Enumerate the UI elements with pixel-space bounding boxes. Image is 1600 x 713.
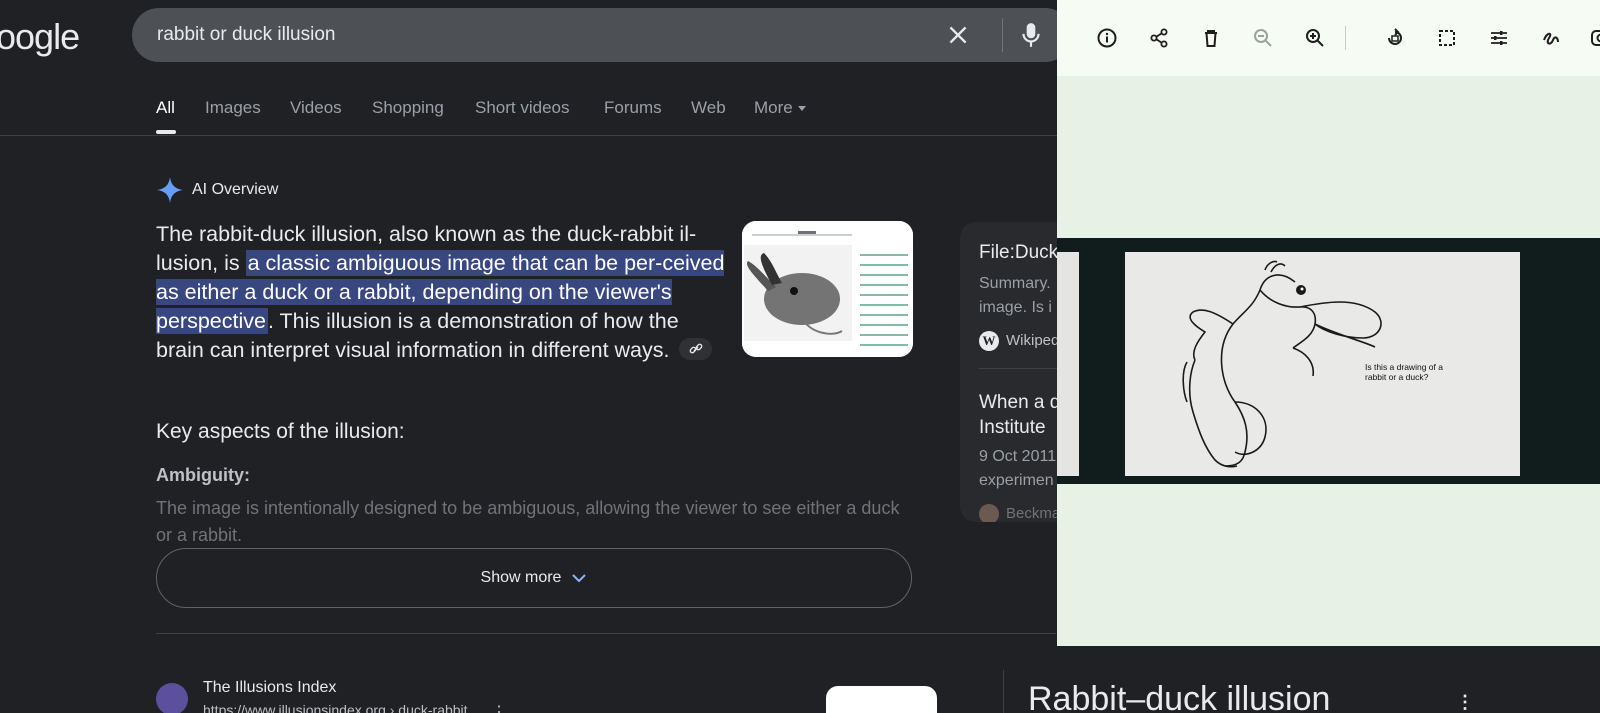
rotate-icon[interactable] [1383,26,1407,50]
source-avatar-2 [979,504,999,522]
more-options-icon[interactable]: ⋮ [1456,692,1474,713]
current-photo[interactable]: Is this a drawing of a rabbit or a duck? [1125,252,1520,476]
ai-overview-header: AI Overview [156,176,278,204]
toolbar-separator [1345,26,1346,50]
tab-forums[interactable]: Forums [604,98,662,118]
source-snippet-2: 9 Oct 2011 experimen [979,445,1056,493]
header-divider [0,135,1060,136]
photo-strip: Is this a drawing of a rabbit or a duck? [1057,238,1600,484]
search-input[interactable]: rabbit or duck illusion [157,24,335,46]
tab-all[interactable]: All [156,98,175,118]
viewer-toolbar [1057,0,1600,76]
source-snippet-1: Summary. image. Is i [979,272,1052,320]
delete-icon[interactable] [1199,26,1223,50]
source-title-2b: Institute [979,417,1046,438]
result-menu-icon[interactable]: ⋮ [491,702,507,713]
source-title-1[interactable]: File:Duck [979,242,1058,264]
tab-more-label: More [754,98,793,117]
rabbit-drawing [1182,260,1382,468]
source-snippet-2a: experimen [979,472,1054,489]
search-bar[interactable]: rabbit or duck illusion [132,8,1072,62]
tab-web[interactable]: Web [691,98,726,118]
wikipedia-icon: W [979,331,999,351]
caret-down-icon [797,106,806,112]
next-photo[interactable] [1584,252,1600,476]
source-name-1: Wikiped [1006,332,1060,349]
microphone-icon[interactable] [1018,21,1044,49]
lens-icon[interactable] [1589,26,1600,50]
aspect-text: The image is intentionally designed to b… [156,498,900,545]
link-icon [690,343,703,354]
image-viewer-panel: Is this a drawing of a rabbit or a duck? [1057,0,1600,646]
zoom-out-icon[interactable] [1251,26,1275,50]
chevron-down-icon [572,574,587,583]
knowledge-panel-title: Rabbit–duck illusion [1028,680,1331,713]
tab-shopping[interactable]: Shopping [372,98,444,118]
source-title-2a: When a d [979,392,1061,413]
ai-overview-text: The rabbit-duck illusion, also known as … [156,220,726,365]
site-favicon[interactable] [156,683,188,713]
aspect-title: Ambiguity: [156,465,250,485]
share-icon[interactable] [1147,26,1171,50]
source-title-2[interactable]: When a d Institute [979,390,1060,440]
section-divider [156,633,1056,634]
sparkle-icon [157,177,183,203]
tab-short-videos[interactable]: Short videos [475,98,570,118]
panel-divider [1003,670,1004,713]
ai-overview-title: AI Overview [192,181,279,198]
source-name-2: Beckma [1006,505,1061,522]
zoom-in-icon[interactable] [1303,26,1327,50]
result-thumbnail[interactable] [826,686,937,713]
result-url[interactable]: https://www.illusionsindex.org › duck-ra… [203,702,468,713]
tab-more[interactable]: More [754,98,806,118]
clear-icon[interactable] [945,22,971,48]
tab-images[interactable]: Images [205,98,261,118]
rabbit-sketch-thumbnail [742,221,913,357]
source-snippet-1b: image. Is i [979,299,1052,316]
source-snippet-1a: Summary. [979,275,1051,292]
result-site-name[interactable]: The Illusions Index [203,679,336,697]
citation-link-button[interactable] [679,338,713,361]
source-date-2: 9 Oct 2011 [979,448,1057,465]
show-more-button[interactable]: Show more [156,548,912,608]
tab-videos[interactable]: Videos [290,98,342,118]
active-tab-indicator [156,130,176,134]
search-divider [1002,18,1003,52]
google-logo[interactable]: oogle [0,16,80,58]
photo-caption: Is this a drawing of a rabbit or a duck? [1365,362,1443,382]
crop-icon[interactable] [1435,26,1459,50]
show-more-label: Show more [480,569,562,586]
overview-thumbnail[interactable] [742,221,913,357]
markup-icon[interactable] [1539,26,1563,50]
info-icon[interactable] [1095,26,1119,50]
adjust-icon[interactable] [1487,26,1511,50]
previous-photo[interactable] [1057,252,1079,476]
key-aspects-heading: Key aspects of the illusion: [156,420,405,443]
